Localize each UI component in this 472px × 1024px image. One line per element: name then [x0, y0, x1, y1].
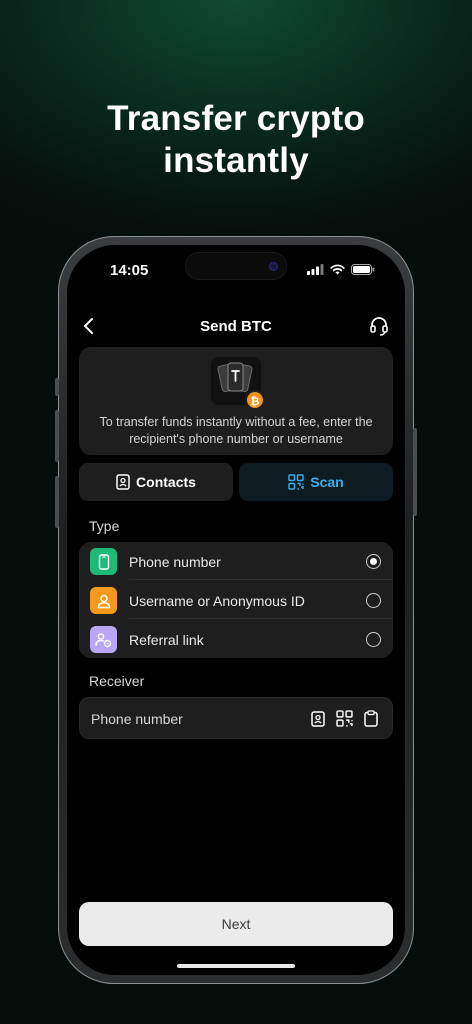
radio-selected[interactable]	[366, 554, 381, 569]
page-title: Send BTC	[200, 318, 272, 335]
nav-bar: Send BTC	[67, 315, 405, 339]
home-indicator	[177, 964, 295, 968]
phone-screen: 14:05 Send BTC ₿ To transfer funds insta…	[67, 245, 405, 975]
clipboard-icon[interactable]	[364, 710, 378, 727]
receiver-input[interactable]: Phone number	[79, 697, 393, 739]
type-option-list: Phone number Username or Anonymous ID Re…	[79, 542, 393, 658]
headset-support-icon[interactable]	[369, 316, 389, 336]
contact-book-icon	[116, 474, 130, 490]
phone-icon	[90, 548, 117, 575]
type-section-label: Type	[89, 518, 120, 534]
type-option-label: Referral link	[129, 632, 204, 648]
bitcoin-coin-icon: ₿	[245, 390, 265, 410]
phone-volume-up	[55, 410, 59, 462]
dynamic-island	[185, 252, 287, 280]
headline-line-1: Transfer crypto	[107, 99, 365, 138]
radio-unselected[interactable]	[366, 593, 381, 608]
headline-line-2: instantly	[163, 141, 309, 180]
contacts-label: Contacts	[136, 474, 196, 490]
type-option-label: Phone number	[129, 554, 221, 570]
user-icon	[90, 587, 117, 614]
info-card: ₿ To transfer funds instantly without a …	[79, 347, 393, 455]
phone-volume-down	[55, 476, 59, 528]
receiver-section-label: Receiver	[89, 673, 145, 689]
next-button[interactable]: Next	[79, 902, 393, 946]
type-option-username[interactable]: Username or Anonymous ID	[79, 581, 393, 619]
signal-icon	[307, 264, 324, 275]
contacts-button[interactable]: Contacts	[79, 463, 233, 501]
type-option-label: Username or Anonymous ID	[129, 593, 305, 609]
receiver-placeholder: Phone number	[91, 711, 183, 727]
scan-label: Scan	[310, 474, 344, 490]
qr-code-icon[interactable]	[336, 710, 353, 727]
info-description: To transfer funds instantly without a fe…	[99, 415, 373, 446]
type-option-referral[interactable]: Referral link	[79, 620, 393, 658]
qr-code-icon	[288, 474, 304, 490]
radio-unselected[interactable]	[366, 632, 381, 647]
type-option-phone[interactable]: Phone number	[79, 542, 393, 580]
divider	[129, 618, 393, 619]
scan-button[interactable]: Scan	[239, 463, 393, 501]
headline: Transfer crypto instantly	[0, 98, 472, 182]
camera-dot	[269, 262, 278, 271]
phone-side-button	[55, 378, 59, 396]
wifi-icon	[330, 264, 345, 275]
status-icons	[307, 264, 375, 275]
referral-icon	[90, 626, 117, 653]
divider	[129, 579, 393, 580]
phone-power-button	[413, 428, 417, 516]
battery-icon	[351, 264, 375, 275]
status-time: 14:05	[110, 262, 149, 279]
contact-book-icon[interactable]	[311, 710, 325, 727]
receiver-actions	[311, 710, 378, 727]
